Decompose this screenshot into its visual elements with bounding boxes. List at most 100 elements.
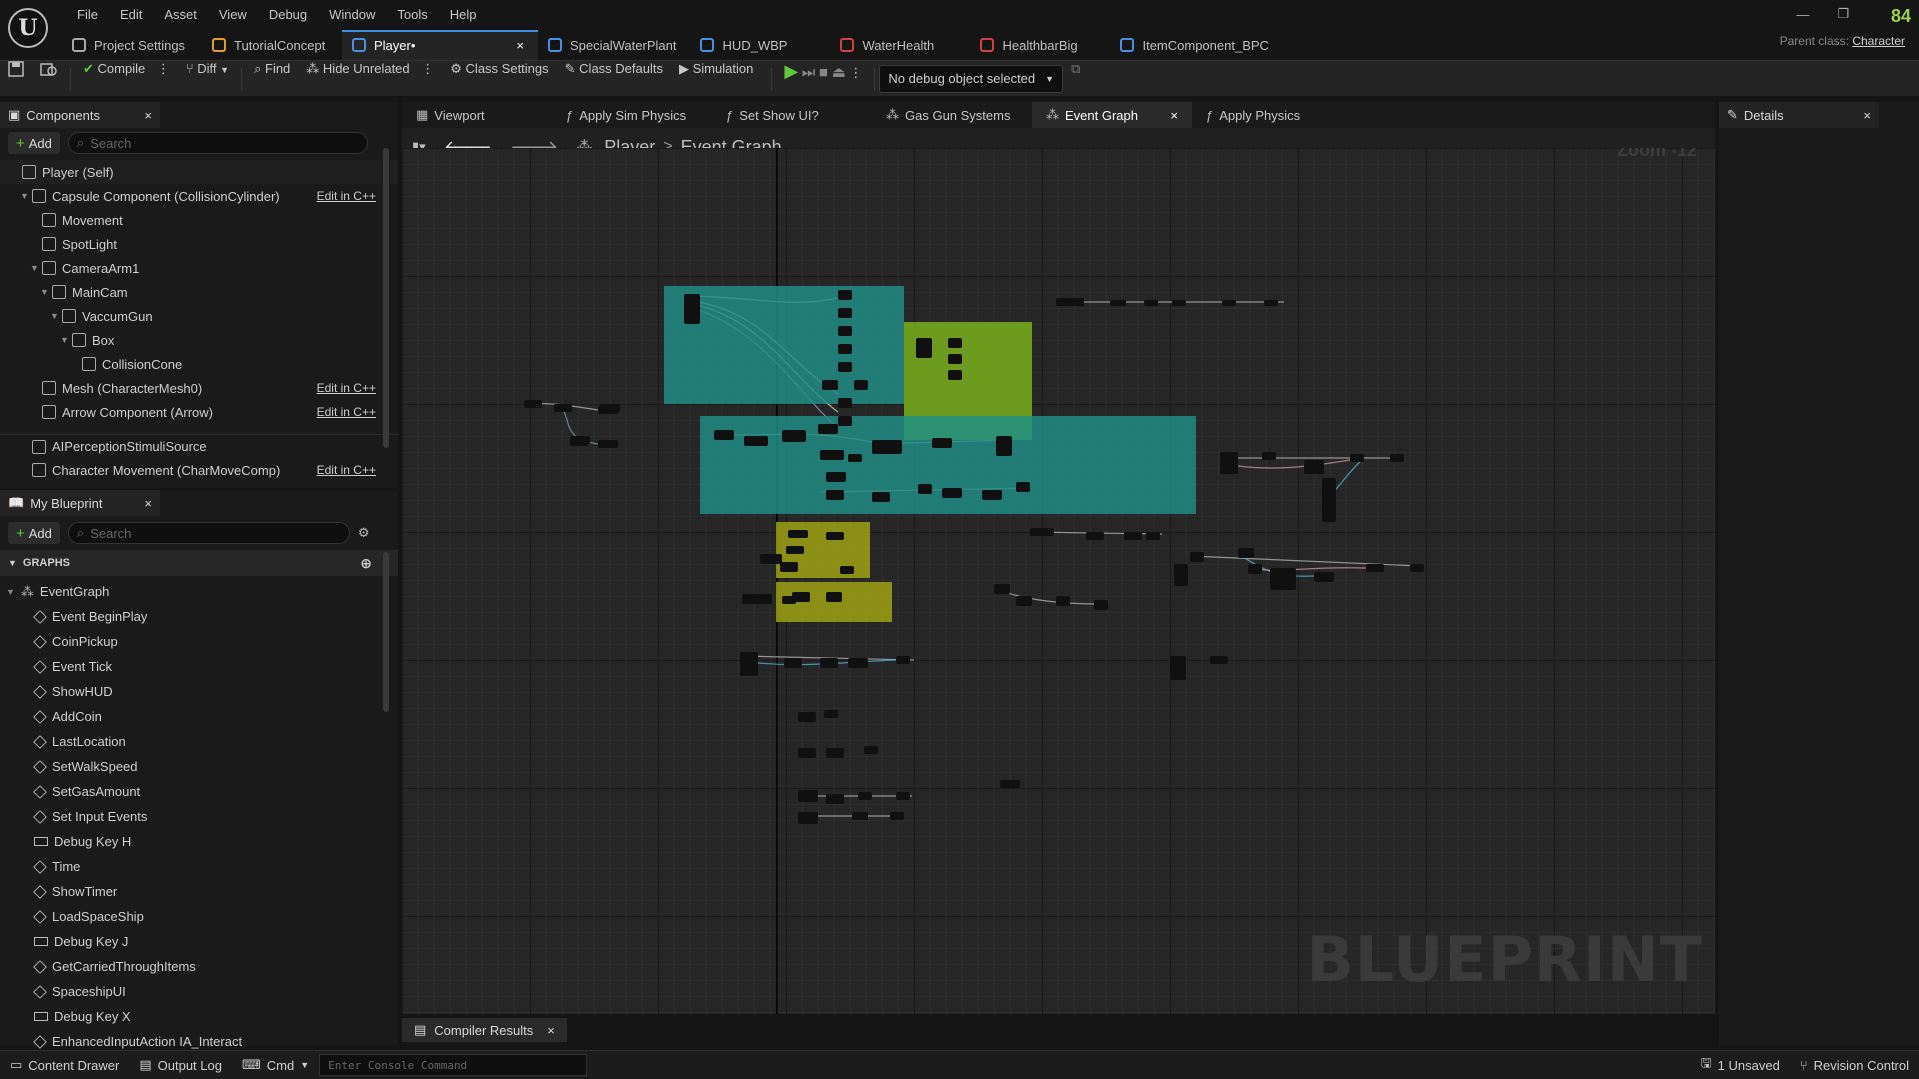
graph-node[interactable] bbox=[786, 546, 804, 554]
expand-arrow-icon[interactable]: ▼ bbox=[30, 263, 42, 273]
browse-button[interactable] bbox=[32, 61, 66, 97]
graph-node[interactable] bbox=[838, 416, 852, 426]
graph-node[interactable] bbox=[872, 492, 890, 502]
graph-node[interactable] bbox=[1172, 300, 1186, 306]
graph-tab[interactable]: ⁂ Gas Gun Systems bbox=[872, 102, 1032, 128]
menu-asset[interactable]: Asset bbox=[153, 7, 208, 22]
graph-node[interactable] bbox=[838, 290, 852, 300]
close-icon[interactable]: × bbox=[144, 108, 152, 123]
asset-tab[interactable]: Player• × bbox=[342, 30, 538, 60]
graph-node[interactable] bbox=[1390, 454, 1404, 462]
graph-node[interactable] bbox=[1222, 300, 1236, 306]
graph-event-item[interactable]: Event BeginPlay bbox=[0, 604, 398, 629]
graph-node[interactable] bbox=[1304, 460, 1324, 474]
component-item[interactable]: ▼ MainCam bbox=[0, 280, 398, 304]
add-component-button[interactable]: + Add bbox=[8, 132, 60, 154]
comment-box[interactable] bbox=[700, 416, 1196, 514]
close-icon[interactable]: × bbox=[1863, 108, 1871, 123]
class-settings-button[interactable]: ⚙ Class Settings bbox=[442, 61, 556, 97]
component-item[interactable]: AIPerceptionStimuliSource bbox=[0, 434, 398, 458]
graph-event-item[interactable]: GetCarriedThroughItems bbox=[0, 954, 398, 979]
graph-node[interactable] bbox=[982, 490, 1002, 500]
graph-node[interactable] bbox=[826, 490, 844, 500]
graph-node[interactable] bbox=[826, 592, 842, 602]
expand-arrow-icon[interactable]: ▼ bbox=[40, 287, 52, 297]
edit-in-cpp-link[interactable]: Edit in C++ bbox=[317, 189, 376, 203]
edit-in-cpp-link[interactable]: Edit in C++ bbox=[317, 381, 376, 395]
graph-node[interactable] bbox=[948, 370, 962, 380]
compile-button[interactable]: ✔ Compile ⋮ bbox=[75, 61, 178, 97]
graph-node[interactable] bbox=[848, 454, 862, 462]
class-defaults-button[interactable]: ✎ Class Defaults bbox=[557, 61, 671, 97]
graph-node[interactable] bbox=[838, 308, 852, 318]
graph-node[interactable] bbox=[1094, 600, 1108, 610]
graph-node[interactable] bbox=[818, 424, 838, 434]
graph-node[interactable] bbox=[840, 566, 854, 574]
graph-node[interactable] bbox=[1314, 572, 1334, 582]
graph-node[interactable] bbox=[684, 294, 700, 324]
graph-node[interactable] bbox=[1366, 564, 1384, 572]
graph-node[interactable] bbox=[872, 440, 902, 454]
menu-view[interactable]: View bbox=[208, 7, 258, 22]
close-icon[interactable]: × bbox=[144, 496, 152, 511]
graph-node[interactable] bbox=[1350, 454, 1364, 462]
parent-class-link[interactable]: Character bbox=[1852, 34, 1905, 48]
menu-edit[interactable]: Edit bbox=[109, 7, 153, 22]
menu-debug[interactable]: Debug bbox=[258, 7, 318, 22]
more-icon[interactable]: ⋮ bbox=[157, 61, 170, 76]
component-item[interactable]: Player (Self) bbox=[0, 160, 398, 184]
expand-arrow-icon[interactable]: ▼ bbox=[20, 191, 32, 201]
component-item[interactable]: CollisionCone bbox=[0, 352, 398, 376]
graph-node[interactable] bbox=[896, 656, 910, 664]
graph-node[interactable] bbox=[1264, 300, 1278, 306]
revision-control-button[interactable]: ⑂ Revision Control bbox=[1790, 1051, 1919, 1079]
component-item[interactable]: Movement bbox=[0, 208, 398, 232]
components-search-input[interactable]: ⌕ Search bbox=[67, 132, 368, 154]
save-button[interactable] bbox=[0, 60, 32, 97]
graph-event-item[interactable]: SetWalkSpeed bbox=[0, 754, 398, 779]
graph-node[interactable] bbox=[826, 472, 846, 482]
graph-node[interactable] bbox=[1016, 596, 1032, 606]
console-input[interactable]: Enter Console Command bbox=[319, 1054, 588, 1076]
graph-tab[interactable]: ▦ Viewport bbox=[402, 102, 552, 128]
graph-event-item[interactable]: LastLocation bbox=[0, 729, 398, 754]
graph-node[interactable] bbox=[760, 554, 782, 564]
graph-node[interactable] bbox=[798, 712, 816, 722]
edit-in-cpp-link[interactable]: Edit in C++ bbox=[317, 463, 376, 477]
graphs-section-header[interactable]: ▼ GRAPHS ⊕ bbox=[0, 550, 398, 576]
graph-node[interactable] bbox=[1124, 532, 1142, 540]
graph-node[interactable] bbox=[780, 562, 798, 572]
graph-node[interactable] bbox=[1056, 596, 1070, 606]
graph-node[interactable] bbox=[554, 404, 572, 412]
graph-event-item[interactable]: Debug Key J bbox=[0, 929, 398, 954]
add-member-button[interactable]: + Add bbox=[8, 522, 60, 544]
graph-node[interactable] bbox=[838, 326, 852, 336]
graph-node[interactable] bbox=[1144, 300, 1158, 306]
graph-node[interactable] bbox=[1210, 656, 1228, 664]
expand-arrow-icon[interactable]: ▼ bbox=[60, 335, 72, 345]
asset-tab[interactable]: ItemComponent_BPC bbox=[1110, 30, 1282, 60]
graph-node[interactable] bbox=[1146, 532, 1160, 540]
component-item[interactable]: ▼ Capsule Component (CollisionCylinder) Ed… bbox=[0, 184, 398, 208]
graph-node[interactable] bbox=[1220, 452, 1238, 474]
graph-node[interactable] bbox=[890, 812, 904, 820]
graph-node[interactable] bbox=[996, 436, 1012, 456]
more-icon[interactable]: ⋮ bbox=[849, 65, 862, 80]
asset-tab[interactable]: WaterHealth bbox=[830, 30, 970, 60]
play-icon[interactable]: ▶ bbox=[784, 61, 798, 81]
graph-node[interactable] bbox=[896, 792, 910, 800]
graph-node[interactable] bbox=[798, 812, 818, 824]
graph-node[interactable] bbox=[1410, 564, 1424, 572]
graph-node[interactable] bbox=[854, 380, 868, 390]
content-drawer-button[interactable]: ▭ Content Drawer bbox=[0, 1051, 129, 1079]
asset-tab[interactable]: SpecialWaterPlant bbox=[538, 30, 690, 60]
find-button[interactable]: ⌕ Find bbox=[246, 61, 298, 97]
graph-node[interactable] bbox=[826, 532, 844, 540]
graph-node[interactable] bbox=[948, 338, 962, 348]
add-graph-icon[interactable]: ⊕ bbox=[360, 555, 372, 572]
asset-tab[interactable]: TutorialConcept bbox=[202, 30, 342, 60]
graph-node[interactable] bbox=[1110, 300, 1126, 306]
graph-node[interactable] bbox=[838, 344, 852, 354]
graph-node[interactable] bbox=[824, 710, 838, 718]
component-item[interactable]: ▼ VaccumGun bbox=[0, 304, 398, 328]
